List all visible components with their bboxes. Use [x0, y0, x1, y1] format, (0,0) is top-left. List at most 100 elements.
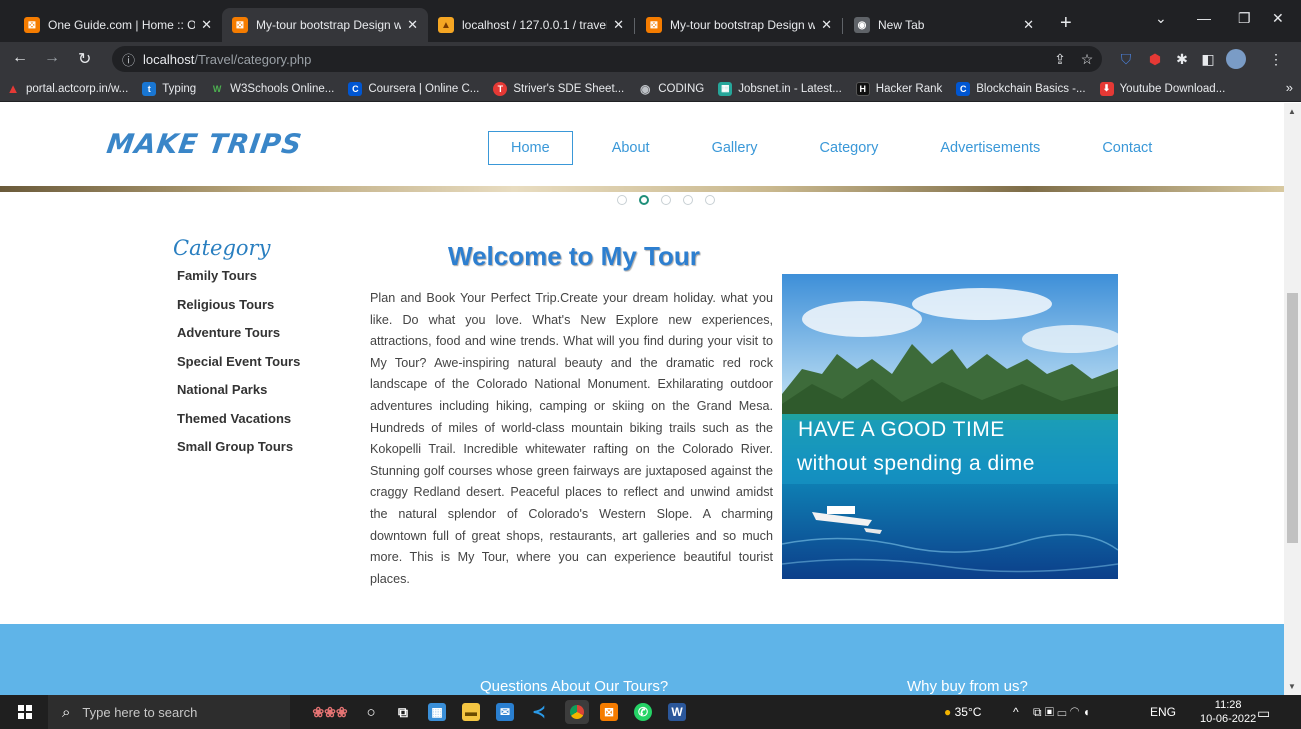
- bookmarks-bar: ▲ portal.actcorp.in/w... t Typing W W3Schoo…: [0, 76, 1301, 102]
- notification-icon[interactable]: ▭: [1257, 705, 1270, 722]
- language-indicator[interactable]: ENG: [1150, 705, 1176, 719]
- reload-button[interactable]: ↻: [78, 49, 91, 69]
- profile-avatar[interactable]: [1226, 49, 1246, 69]
- bookmark-8[interactable]: C Blockchain Basics -...: [956, 81, 1086, 96]
- xampp-taskbar-icon[interactable]: ⊠: [600, 703, 618, 721]
- back-button[interactable]: ←: [12, 49, 28, 67]
- bookmark-6[interactable]: ▦ Jobsnet.in - Latest...: [718, 81, 842, 96]
- footer-heading-questions: Questions About Our Tours?: [480, 678, 669, 695]
- nav-advertisements[interactable]: Advertisements: [917, 131, 1063, 165]
- nav-category[interactable]: Category: [797, 131, 902, 165]
- tray-icons[interactable]: ⧉ ▣ ▭ ◠ ◖: [1033, 705, 1090, 720]
- close-icon[interactable]: ✕: [407, 17, 418, 33]
- tab-title: My-tour bootstrap Design website: [670, 18, 816, 32]
- bookmark-9[interactable]: ⬇ Youtube Download...: [1099, 81, 1225, 96]
- bookmark-icon: H: [855, 81, 870, 96]
- close-window-button[interactable]: ✕: [1272, 10, 1284, 27]
- category-item[interactable]: Themed Vacations: [177, 409, 300, 438]
- tab-1[interactable]: ⊠ My-tour bootstrap Design website ✕: [222, 8, 428, 42]
- sun-icon: ●: [944, 705, 952, 719]
- bookmark-1[interactable]: t Typing: [142, 81, 196, 96]
- task-view-icon[interactable]: ⧉: [394, 703, 412, 721]
- extensions-icon[interactable]: ✱: [1174, 51, 1190, 67]
- tray-chevron-icon[interactable]: ^: [1013, 705, 1019, 719]
- bookmark-4[interactable]: T Striver's SDE Sheet...: [493, 81, 624, 96]
- menu-kebab-icon[interactable]: ⋮: [1268, 51, 1284, 67]
- carousel-dot[interactable]: [661, 195, 671, 205]
- bookmark-2[interactable]: W W3Schools Online...: [210, 82, 334, 96]
- category-item[interactable]: National Parks: [177, 380, 300, 409]
- scroll-down-arrow-icon[interactable]: ▼: [1288, 682, 1296, 691]
- phpmyadmin-icon: ▲: [438, 17, 454, 33]
- close-icon[interactable]: ✕: [613, 17, 624, 33]
- windows-start-icon[interactable]: [18, 705, 32, 719]
- close-icon[interactable]: ✕: [201, 17, 212, 33]
- category-item[interactable]: Adventure Tours: [177, 323, 300, 352]
- address-bar[interactable]: ⓘ localhost /Travel/category.php: [112, 46, 1102, 72]
- adblock-extension-icon[interactable]: ⬢: [1147, 51, 1163, 67]
- page-scrollbar[interactable]: ▲ ▼: [1284, 103, 1301, 695]
- minimize-button[interactable]: —: [1197, 10, 1211, 26]
- close-icon[interactable]: ✕: [1023, 17, 1034, 33]
- bookmark-icon: ▲: [6, 81, 20, 96]
- tab-4[interactable]: ◉ New Tab ✕: [844, 8, 1044, 42]
- bookmark-0[interactable]: ▲ portal.actcorp.in/w...: [6, 81, 129, 96]
- tab-3[interactable]: ⊠ My-tour bootstrap Design website ✕: [636, 8, 842, 42]
- tab-search-icon[interactable]: ⌄: [1155, 10, 1167, 27]
- whatsapp-icon[interactable]: ✆: [634, 703, 652, 721]
- tab-0[interactable]: ⊠ One Guide.com | Home :: One Guide ✕: [14, 8, 222, 42]
- category-item[interactable]: Special Event Tours: [177, 352, 300, 381]
- scrollbar-thumb[interactable]: [1287, 293, 1298, 543]
- xampp-icon: ⊠: [24, 17, 40, 33]
- weather-widget[interactable]: ● 35°C: [944, 705, 981, 719]
- tab-2[interactable]: ▲ localhost / 127.0.0.1 / travel / categ…: [428, 8, 634, 42]
- calculator-icon[interactable]: ▦: [428, 703, 446, 721]
- share-icon[interactable]: ⇪: [1052, 51, 1068, 67]
- vscode-icon[interactable]: ≺: [530, 703, 548, 721]
- bookmark-5[interactable]: ◉ CODING: [638, 82, 704, 96]
- nav-about[interactable]: About: [589, 131, 673, 165]
- scroll-up-arrow-icon[interactable]: ▲: [1288, 107, 1296, 116]
- carousel-dot[interactable]: [705, 195, 715, 205]
- bookmark-3[interactable]: C Coursera | Online C...: [348, 81, 479, 96]
- forward-button[interactable]: →: [44, 49, 60, 67]
- mail-icon[interactable]: ✉: [496, 703, 514, 721]
- carousel-dot-active[interactable]: [639, 195, 649, 205]
- taskbar-clock[interactable]: 11:28 10-06-2022: [1200, 698, 1256, 726]
- search-placeholder: Type here to search: [82, 704, 198, 720]
- carousel-dot[interactable]: [683, 195, 693, 205]
- category-heading: Category: [173, 236, 271, 260]
- cortana-icon[interactable]: ○: [362, 703, 380, 721]
- category-item[interactable]: Family Tours: [177, 266, 300, 295]
- nav-contact[interactable]: Contact: [1079, 131, 1175, 165]
- close-icon[interactable]: ✕: [821, 17, 832, 33]
- nav-gallery[interactable]: Gallery: [689, 131, 781, 165]
- restore-button[interactable]: ❐: [1238, 10, 1251, 27]
- new-tab-button[interactable]: +: [1060, 12, 1072, 35]
- tulips-widget-icon[interactable]: ❀❀❀: [305, 703, 355, 721]
- bookmark-label: Blockchain Basics -...: [976, 82, 1086, 95]
- windows-taskbar: ⌕ Type here to search ❀❀❀ ○ ⧉ ▦ ▬ ✉ ≺ ⊠ …: [0, 695, 1301, 729]
- bookmark-icon: W: [212, 83, 222, 94]
- word-icon[interactable]: W: [668, 703, 686, 721]
- nav-home[interactable]: Home: [488, 131, 573, 165]
- file-explorer-icon[interactable]: ▬: [462, 703, 480, 721]
- sidepanel-icon[interactable]: ◧: [1200, 51, 1216, 67]
- category-item[interactable]: Religious Tours: [177, 295, 300, 324]
- category-item[interactable]: Small Group Tours: [177, 437, 300, 466]
- site-navbar: Home About Gallery Category Advertisemen…: [488, 131, 1191, 165]
- site-header: MAKE TRIPS Home About Gallery Category A…: [0, 103, 1284, 191]
- promo-image: HAVE A GOOD TIME without spending a dime: [782, 274, 1118, 579]
- bookmark-icon: ⬇: [1099, 81, 1114, 96]
- info-icon[interactable]: ⓘ: [122, 50, 135, 69]
- tab-separator: [634, 18, 635, 34]
- site-logo[interactable]: MAKE TRIPS: [105, 129, 304, 160]
- carousel-dot[interactable]: [617, 195, 627, 205]
- bookmark-7[interactable]: H Hacker Rank: [855, 81, 942, 96]
- bookmark-icon: t: [142, 81, 157, 96]
- chrome-taskbar-icon[interactable]: [565, 700, 589, 724]
- bookmark-star-icon[interactable]: ☆: [1079, 51, 1095, 67]
- taskbar-search-box[interactable]: ⌕ Type here to search: [48, 695, 290, 729]
- shield-extension-icon[interactable]: ⛉: [1118, 51, 1134, 67]
- bookmarks-overflow-icon[interactable]: »: [1286, 80, 1293, 95]
